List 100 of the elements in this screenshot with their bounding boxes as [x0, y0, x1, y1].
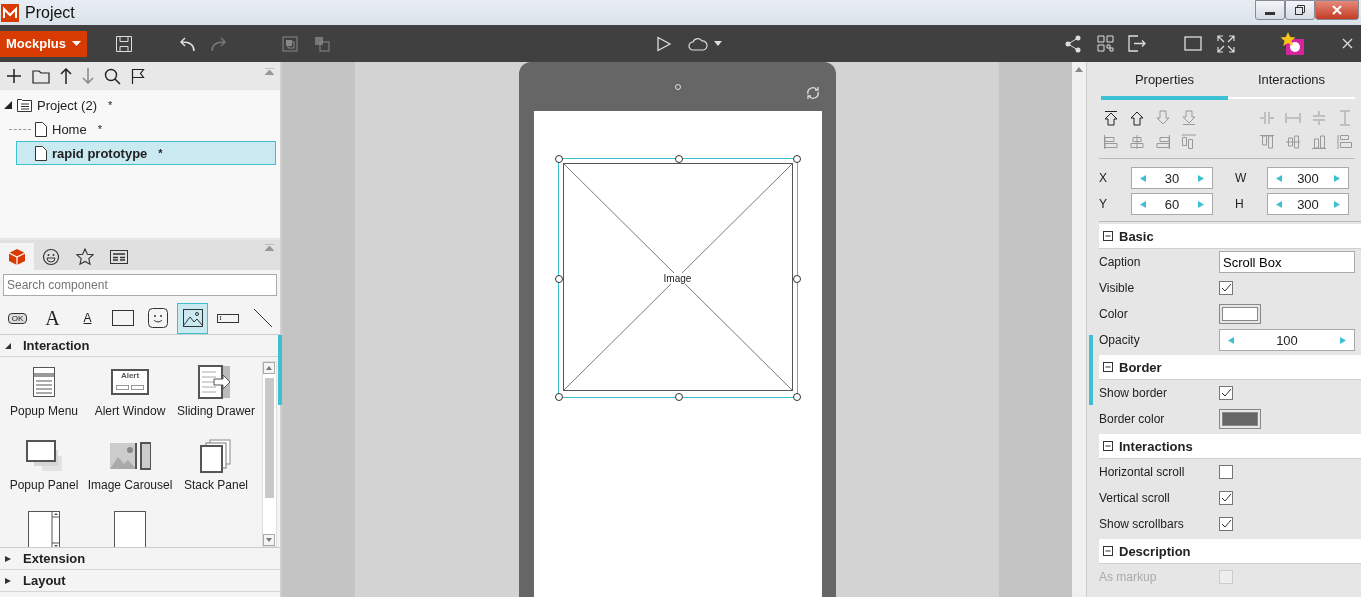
button-component-button[interactable]: OK	[2, 302, 33, 334]
brand-menu-button[interactable]: Mockplus	[0, 30, 87, 57]
resize-handle[interactable]	[792, 275, 801, 283]
library-item[interactable]: Image Carousel	[87, 437, 173, 511]
avatar-icon[interactable]	[1279, 31, 1306, 56]
rotate-icon[interactable]	[805, 86, 820, 100]
text-component-button[interactable]: A	[37, 302, 68, 334]
alert-window-icon: Alert	[111, 369, 149, 395]
page-icon	[114, 511, 146, 547]
tree-item[interactable]: rapid prototype *	[16, 141, 276, 165]
property-label: Show scrollbars	[1099, 517, 1185, 531]
tree-item[interactable]: Project (2) *	[0, 93, 280, 117]
property-label: Opacity	[1099, 333, 1141, 347]
export-icon[interactable]	[1127, 35, 1146, 52]
smiley-icon	[42, 247, 60, 266]
paragraph-component-button[interactable]: A	[72, 302, 103, 334]
qr-code-icon[interactable]	[1096, 35, 1114, 52]
tree-item[interactable]: Home *	[8, 117, 276, 141]
library-item[interactable]: Stack Panel	[173, 437, 259, 511]
triangle-icon	[5, 577, 11, 584]
carousel-icon	[109, 442, 151, 470]
resize-handle[interactable]	[554, 393, 563, 401]
image-placeholder[interactable]: Image	[557, 158, 798, 398]
scrollbar[interactable]	[262, 361, 277, 547]
field-label: X	[1099, 171, 1108, 185]
scroll-box-icon	[28, 511, 60, 547]
resize-handle[interactable]	[792, 155, 801, 163]
section-header[interactable]: Description	[1099, 539, 1361, 564]
section-header[interactable]: Border	[1099, 355, 1361, 380]
ungroup-icon[interactable]	[312, 34, 331, 53]
flag-icon[interactable]	[131, 68, 145, 84]
checkbox[interactable]	[1219, 386, 1233, 400]
close-icon[interactable]	[1341, 38, 1353, 49]
share-icon[interactable]	[1063, 34, 1082, 53]
smiley-icon	[147, 308, 168, 328]
minimize-icon	[1265, 11, 1275, 15]
search-field[interactable]: Search component	[3, 274, 277, 296]
library-section-header[interactable]: Extension	[0, 548, 280, 570]
property-label: Horizontal scroll	[1099, 465, 1186, 479]
resize-handle[interactable]	[554, 275, 563, 283]
section-header[interactable]: Interactions	[1099, 434, 1361, 459]
checkmark-icon	[1220, 518, 1232, 530]
property-label: As markup	[1099, 570, 1158, 584]
section-header[interactable]: Basic	[1099, 224, 1361, 249]
fullscreen-icon[interactable]	[1216, 34, 1235, 53]
redo-icon[interactable]	[208, 35, 229, 52]
checkmark-icon	[1220, 492, 1232, 504]
cloud-icon[interactable]	[687, 36, 708, 51]
property-label: Show border	[1099, 386, 1169, 400]
caption-field[interactable]: Scroll Box	[1219, 251, 1355, 273]
library-item[interactable]: Popup Panel	[1, 437, 87, 511]
play-icon[interactable]	[655, 35, 672, 52]
checkbox[interactable]	[1219, 517, 1233, 531]
checkbox[interactable]	[1219, 281, 1233, 295]
expanded-arrow-icon[interactable]	[4, 101, 12, 109]
checkbox[interactable]	[1219, 491, 1233, 505]
window-title: Project	[25, 3, 75, 22]
resize-handle[interactable]	[674, 393, 683, 401]
panel-icon	[26, 440, 62, 472]
scrollbar-thumb[interactable]	[278, 335, 282, 405]
collapse-icon[interactable]	[1103, 546, 1113, 556]
checkmark-icon	[1220, 387, 1232, 399]
panel-tab[interactable]: Properties	[1101, 62, 1228, 100]
library-item[interactable]: Popup Menu	[1, 363, 87, 437]
bring-to-front-icon[interactable]	[1103, 110, 1119, 126]
scroll-down-icon[interactable]	[263, 534, 275, 546]
color-picker[interactable]	[1219, 409, 1261, 429]
app-logo-icon	[1, 3, 19, 22]
search-icon[interactable]	[104, 67, 121, 85]
color-picker[interactable]	[1219, 304, 1261, 324]
scrollbar-thumb[interactable]	[1089, 335, 1093, 405]
add-icon[interactable]	[6, 68, 22, 84]
resize-handle[interactable]	[554, 155, 563, 163]
scroll-up-icon[interactable]	[1075, 66, 1083, 72]
library-item[interactable]: Alert Alert Window	[87, 363, 173, 437]
resize-handle[interactable]	[792, 393, 801, 401]
minimize-button[interactable]	[1255, 0, 1285, 20]
checkmark-icon	[1220, 282, 1232, 294]
group-icon[interactable]	[280, 34, 299, 53]
panel-tab[interactable]: Interactions	[1228, 62, 1355, 99]
checkbox[interactable]	[1219, 465, 1233, 479]
collapse-icon[interactable]	[1103, 231, 1113, 241]
arrow-up-icon[interactable]	[60, 68, 72, 84]
bring-forward-icon[interactable]	[1129, 110, 1145, 126]
library-item[interactable]: Sliding Drawer	[173, 363, 259, 437]
folder-icon[interactable]	[32, 68, 50, 84]
library-section-header[interactable]: Layout	[0, 570, 280, 592]
library-tab[interactable]	[0, 243, 34, 270]
collapse-icon[interactable]	[1103, 441, 1113, 451]
collapse-icon[interactable]	[1103, 362, 1113, 372]
image-component-button[interactable]	[177, 302, 208, 334]
resize-handle[interactable]	[674, 155, 683, 163]
caret-icon[interactable]	[713, 41, 722, 46]
arrow-down-icon[interactable]	[82, 68, 94, 84]
rectangle-icon[interactable]	[1183, 36, 1202, 51]
save-icon[interactable]	[114, 34, 133, 53]
close-button[interactable]	[1315, 0, 1359, 20]
scrollbar[interactable]	[1072, 62, 1086, 597]
restore-button[interactable]	[1285, 0, 1315, 20]
scroll-up-icon[interactable]	[263, 362, 275, 374]
